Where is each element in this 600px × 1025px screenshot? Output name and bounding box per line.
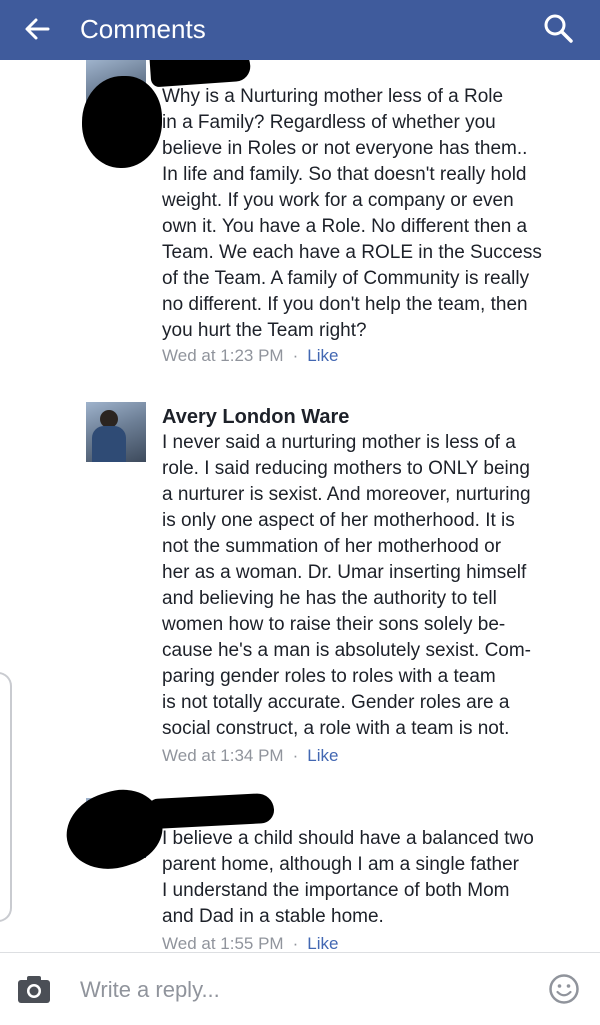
avatar-photo [86,402,146,462]
comment-meta: Wed at 1:23 PM · Like [162,346,338,366]
reply-composer [0,952,600,1025]
reply-input[interactable] [80,973,520,1007]
back-arrow-icon[interactable] [22,14,52,44]
comment-meta: Wed at 1:34 PM · Like [162,746,338,766]
comment-1: Why is a Nurturing mother less of a Role… [0,60,600,368]
comment-text: I believe a child should have a balanced… [162,828,534,927]
comment-feed: Why is a Nurturing mother less of a Role… [0,60,600,952]
meta-separator: · [292,346,299,365]
comment-meta: Wed at 1:55 PM · Like [162,934,338,952]
redaction-mark [147,792,275,830]
avatar-body [92,426,126,462]
comment-text: I never said a nurturing mother is less … [162,432,532,739]
comment-timestamp: Wed at 1:34 PM [162,746,284,765]
comment-timestamp: Wed at 1:55 PM [162,934,284,952]
avatar[interactable] [86,402,146,462]
camera-icon[interactable] [16,973,52,1005]
page-title: Comments [80,14,206,44]
comment-2: Avery London Ware I never said a nurturi… [0,400,600,765]
redaction-mark [82,76,162,168]
like-button[interactable]: Like [307,346,338,365]
meta-separator: · [292,934,299,952]
like-button[interactable]: Like [307,934,338,952]
edge-overlay [0,672,12,922]
top-app-bar: Comments [0,0,600,60]
comment-3: I believe a child should have a balanced… [0,779,600,952]
like-button[interactable]: Like [307,746,338,765]
comment-timestamp: Wed at 1:23 PM [162,346,284,365]
meta-separator: · [292,746,299,765]
redaction-mark [56,779,172,881]
comment-text: Why is a Nurturing mother less of a Role… [162,86,542,341]
emoji-icon[interactable] [548,973,580,1005]
comment-author[interactable]: Avery London Ware [162,406,349,429]
search-icon[interactable] [542,12,574,44]
